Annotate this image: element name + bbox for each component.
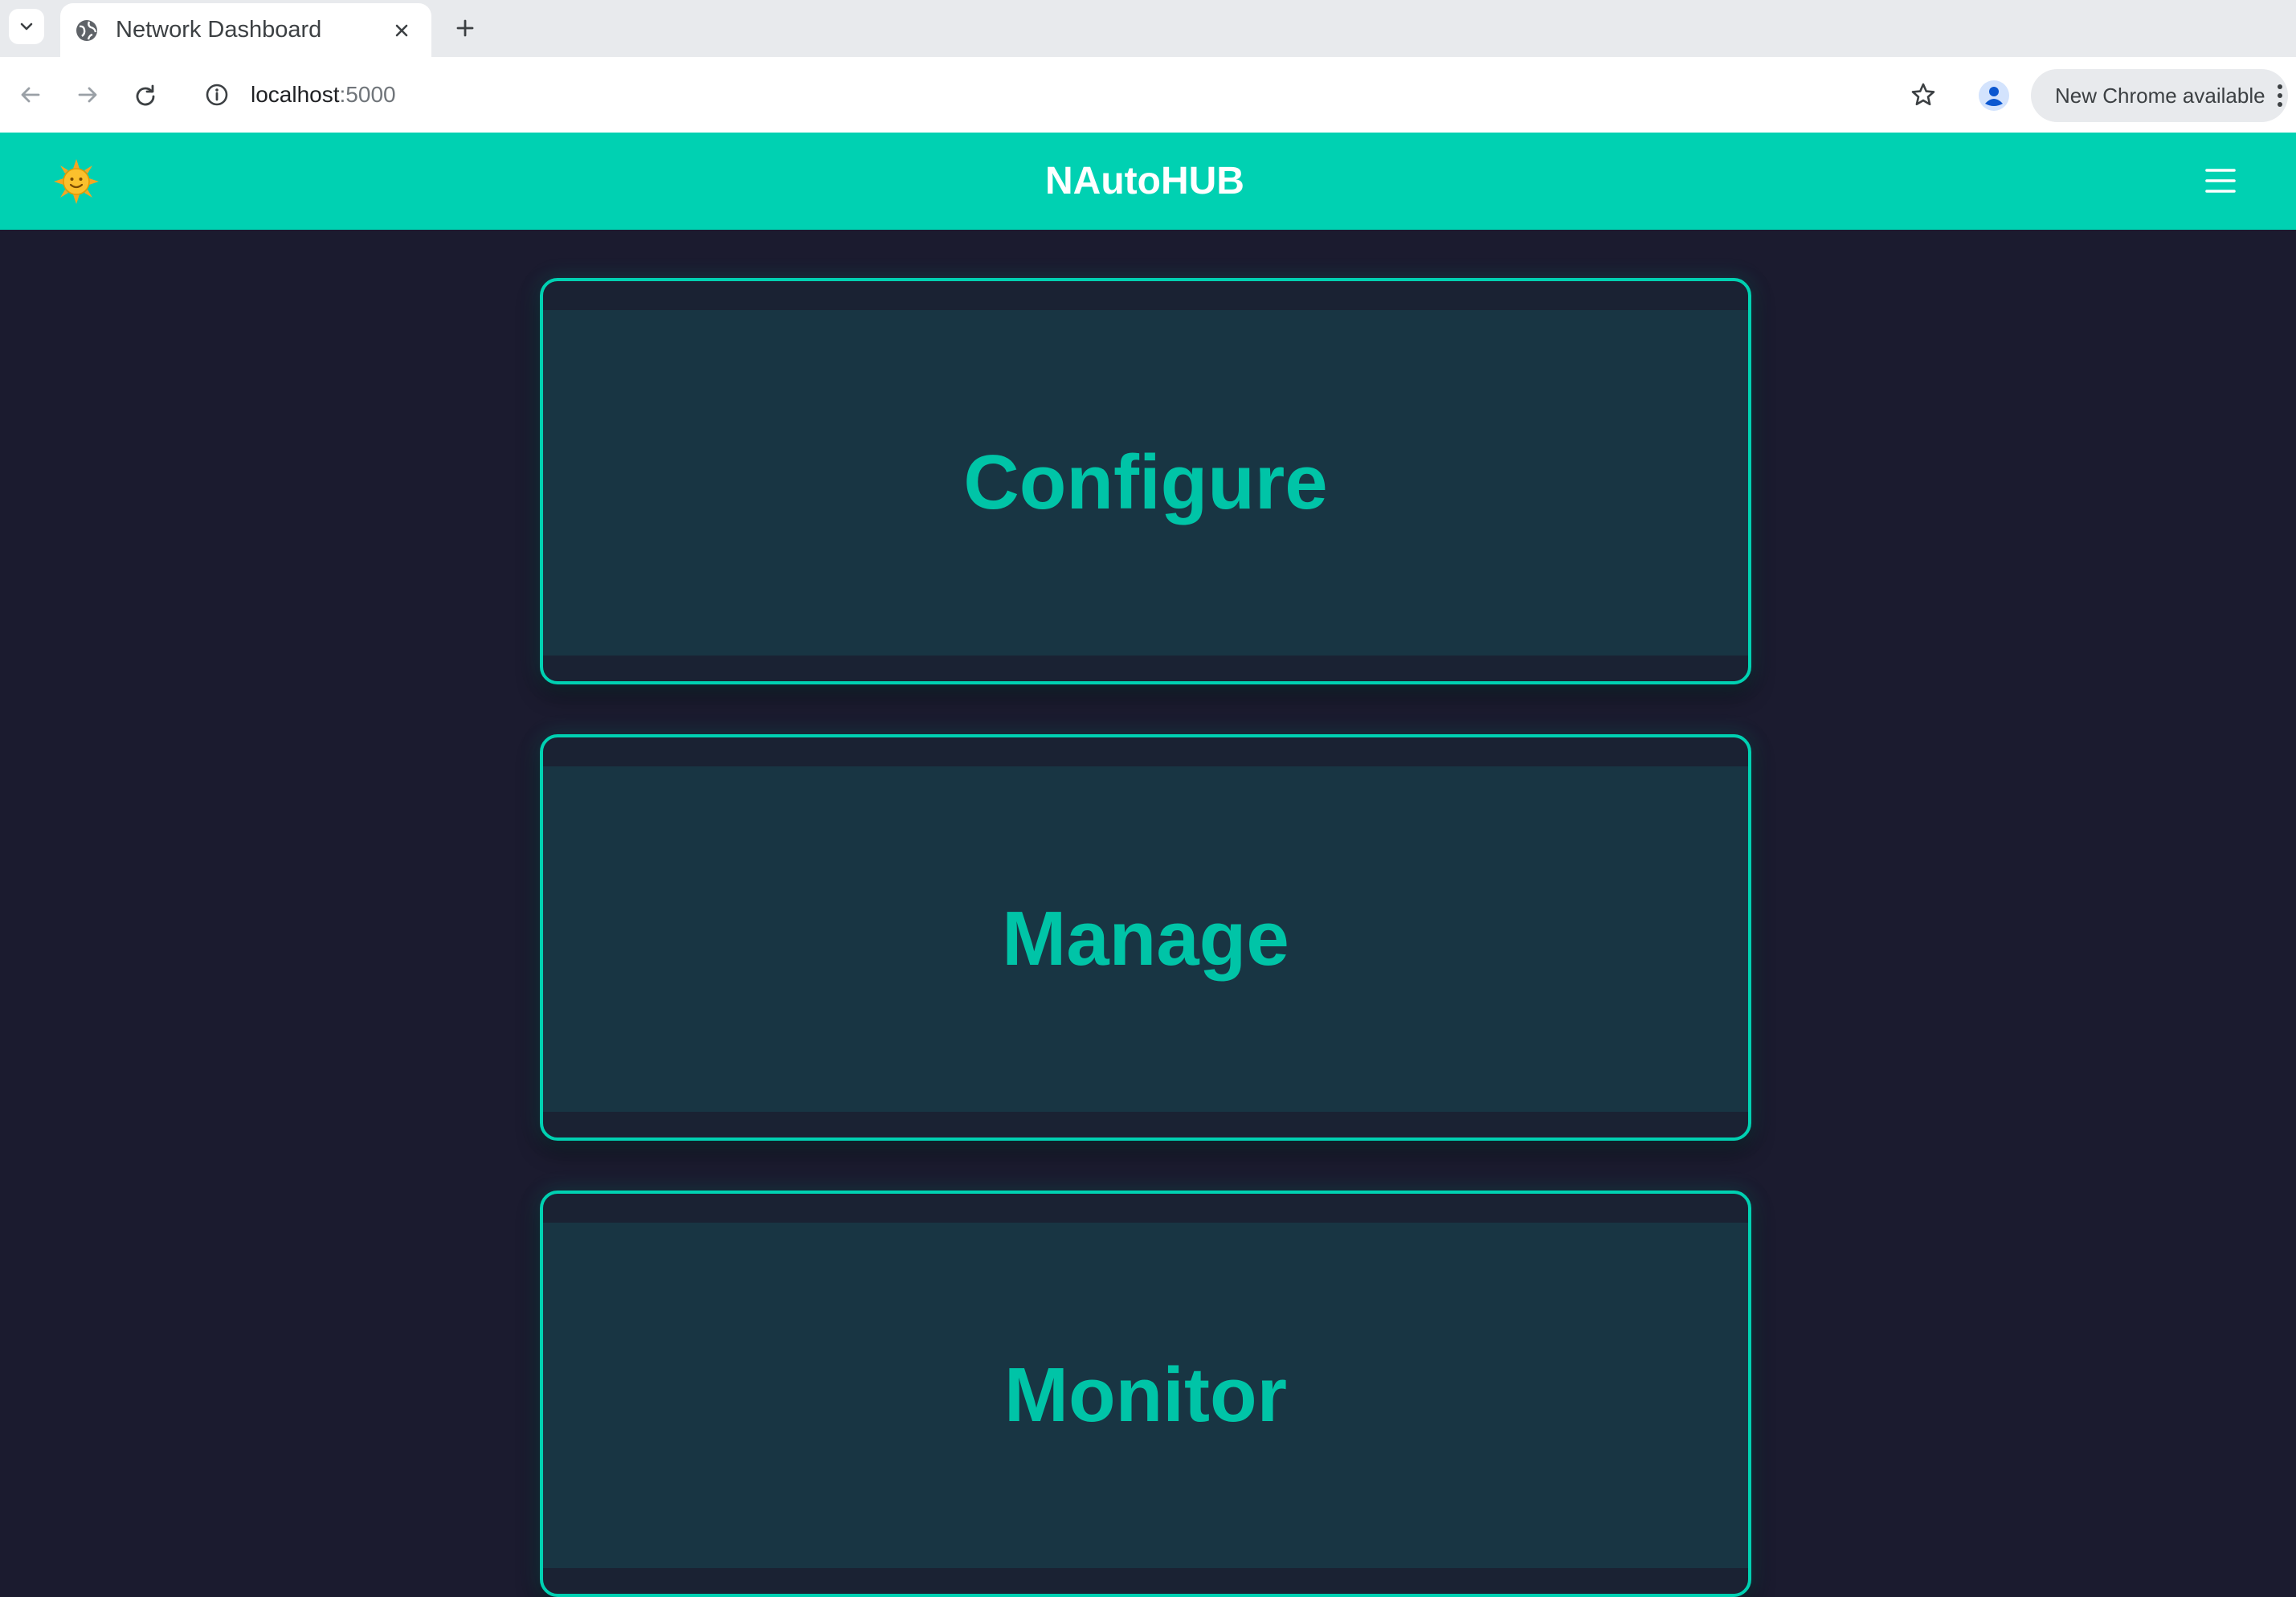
tab-title: Network Dashboard	[116, 17, 322, 43]
sun-icon	[54, 159, 99, 204]
chevron-down-icon	[20, 22, 33, 31]
arrow-left-icon	[21, 87, 40, 103]
browser-tabstrip: Network Dashboard	[0, 0, 2296, 57]
reload-button[interactable]	[127, 76, 164, 113]
hamburger-icon	[2205, 169, 2236, 193]
tab-search-button[interactable]	[9, 9, 44, 44]
globe-icon	[74, 18, 100, 43]
browser-toolbar: localhost:5000 New Chrome available	[0, 57, 2296, 133]
dashboard-content: Configure Manage Monitor	[0, 230, 2296, 1597]
profile-icon	[1979, 80, 2009, 111]
reload-icon	[136, 84, 155, 106]
url-port: :5000	[339, 82, 396, 107]
app-title: NAutoHUB	[1045, 160, 1244, 202]
card-body: Manage	[543, 766, 1748, 1112]
card-body: Monitor	[543, 1223, 1748, 1568]
update-label: New Chrome available	[2055, 83, 2265, 108]
menu-button[interactable]	[2198, 158, 2243, 203]
card-body: Configure	[543, 310, 1748, 656]
plus-icon	[456, 19, 474, 37]
theme-toggle-button[interactable]	[50, 155, 103, 208]
address-bar[interactable]: localhost:5000	[188, 67, 1951, 122]
bookmark-star-icon[interactable]	[1907, 79, 1939, 111]
arrow-right-icon	[78, 87, 97, 103]
card-manage[interactable]: Manage	[540, 734, 1751, 1141]
new-tab-button[interactable]	[448, 11, 482, 45]
forward-button[interactable]	[69, 76, 106, 113]
card-label-configure: Configure	[963, 439, 1328, 525]
card-configure[interactable]: Configure	[540, 278, 1751, 684]
more-options-icon[interactable]	[2272, 82, 2288, 109]
app-header: NAutoHUB	[0, 133, 2296, 230]
browser-tab-active[interactable]: Network Dashboard	[60, 3, 431, 57]
card-label-monitor: Monitor	[1004, 1352, 1287, 1438]
card-monitor[interactable]: Monitor	[540, 1191, 1751, 1597]
close-tab-icon[interactable]	[388, 17, 415, 44]
card-label-manage: Manage	[1002, 896, 1289, 982]
site-info-icon[interactable]	[202, 80, 231, 109]
back-button[interactable]	[12, 76, 49, 113]
url-host: localhost	[251, 82, 340, 107]
profile-button[interactable]	[1975, 76, 2013, 115]
new-chrome-available-button[interactable]: New Chrome available	[2031, 69, 2288, 122]
